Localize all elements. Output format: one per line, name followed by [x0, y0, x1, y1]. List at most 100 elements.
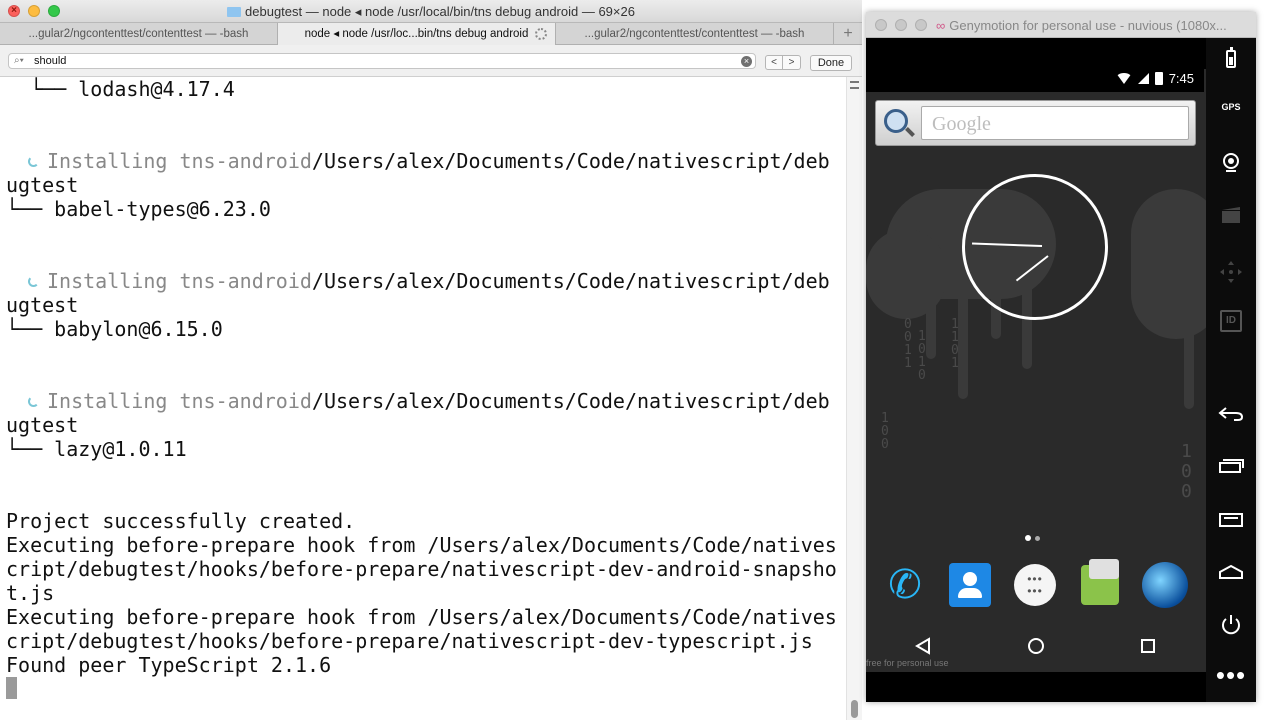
- find-previous-button[interactable]: <: [765, 55, 783, 70]
- tab-bar: ...gular2/ngcontenttest/contenttest — -b…: [0, 23, 862, 45]
- wallpaper-drip: [926, 269, 936, 359]
- app-dock: ✆ ••• •••: [880, 559, 1190, 610]
- messaging-app-icon[interactable]: [1075, 559, 1125, 610]
- output-line: Executing before-prepare hook from /User…: [6, 533, 837, 557]
- page-dot: [1035, 536, 1040, 541]
- dpad-icon[interactable]: [1206, 260, 1256, 284]
- loading-spinner-icon: [28, 396, 39, 407]
- output-line: Installing tns-android/Users/alex/Docume…: [6, 389, 830, 413]
- output-line: └── babel-types@6.23.0: [6, 197, 271, 221]
- new-tab-button[interactable]: +: [834, 23, 862, 45]
- google-search-field[interactable]: Google: [921, 106, 1189, 140]
- scrollbar-thumb[interactable]: [851, 700, 858, 718]
- window-title-text: debugtest — node ◂ node /usr/local/bin/t…: [245, 4, 635, 19]
- output-line: └── lazy@1.0.11: [6, 437, 187, 461]
- genymotion-sidebar: GPS ID •••: [1206, 38, 1256, 702]
- output-line: cript/debugtest/hooks/before-prepare/nat…: [6, 557, 837, 581]
- tab-node-active[interactable]: node ◂ node /usr/loc...bin/tns debug and…: [278, 23, 556, 45]
- google-search-widget[interactable]: Google: [875, 100, 1196, 146]
- find-next-button[interactable]: >: [783, 55, 801, 70]
- folder-icon: [227, 7, 242, 17]
- contacts-app-icon[interactable]: [945, 560, 995, 610]
- output-line: Installing tns-android/Users/alex/Docume…: [6, 269, 830, 293]
- analog-clock-widget[interactable]: [962, 174, 1108, 320]
- personal-use-watermark: free for personal use: [866, 658, 949, 668]
- loading-spinner-icon: [28, 276, 39, 287]
- genymotion-minimize-button[interactable]: [895, 19, 907, 31]
- google-search-placeholder: Google: [932, 113, 991, 135]
- android-status-bar: 7:45: [866, 68, 1204, 92]
- terminal-titlebar: debugtest — node ◂ node /usr/local/bin/t…: [0, 0, 862, 23]
- page-dot-active: [1025, 535, 1031, 541]
- output-line: Executing before-prepare hook from /User…: [6, 605, 837, 629]
- window-title: debugtest — node ◂ node /usr/local/bin/t…: [0, 4, 862, 20]
- scroll-marker-icon: [850, 81, 859, 89]
- find-query: should: [34, 55, 67, 67]
- home-button-icon[interactable]: [1206, 564, 1256, 580]
- screencast-icon[interactable]: [1206, 206, 1256, 224]
- wifi-icon: [1115, 73, 1132, 84]
- wallpaper-digits: 1 1 0 1: [951, 317, 959, 371]
- search-icon: ⌕▾: [14, 55, 24, 66]
- wallpaper-digits: 0 0 1 1: [904, 317, 912, 371]
- more-options-icon[interactable]: •••: [1206, 662, 1256, 688]
- home-nav-icon[interactable]: [1027, 637, 1045, 660]
- installing-label: Installing tns-android: [47, 149, 312, 173]
- output-line: └── lodash@4.17.4: [6, 77, 235, 101]
- output-line: Installing tns-android/Users/alex/Docume…: [6, 149, 830, 173]
- output-line: Found peer TypeScript 2.1.6: [6, 653, 332, 677]
- terminal-cursor: [6, 677, 17, 699]
- device-id-icon[interactable]: ID: [1206, 310, 1256, 332]
- output-line: cript/debugtest/hooks/before-prepare/nat…: [6, 629, 813, 653]
- status-time: 7:45: [1168, 71, 1194, 86]
- wallpaper-cloud: [1131, 189, 1206, 339]
- page-indicator: [1025, 535, 1040, 541]
- wallpaper-digits: 1 0 0: [881, 411, 889, 452]
- find-input[interactable]: ⌕▾ should ×: [8, 53, 756, 69]
- desktop: debugtest — node ◂ node /usr/local/bin/t…: [0, 0, 1280, 720]
- installing-label: Installing tns-android: [47, 389, 312, 413]
- webcam-icon[interactable]: [1206, 152, 1256, 174]
- back-button-icon[interactable]: [1206, 406, 1256, 422]
- find-done-button[interactable]: Done: [810, 55, 852, 71]
- power-icon[interactable]: [1206, 613, 1256, 637]
- terminal-output[interactable]: └── lodash@4.17.4 Installing tns-android…: [0, 77, 846, 720]
- wallpaper-drip: [1184, 299, 1194, 409]
- recents-nav-icon[interactable]: [1140, 638, 1156, 659]
- clear-search-icon[interactable]: ×: [741, 56, 752, 67]
- battery-icon: [1154, 72, 1163, 85]
- tab-bash-1[interactable]: ...gular2/ngcontenttest/contenttest — -b…: [0, 23, 278, 45]
- terminal-window: debugtest — node ◂ node /usr/local/bin/t…: [0, 0, 862, 720]
- install-path: /Users/alex/Documents/Code/nativescript/…: [311, 389, 830, 413]
- tab-bash-2[interactable]: ...gular2/ngcontenttest/contenttest — -b…: [556, 23, 834, 45]
- genymotion-zoom-button[interactable]: [915, 19, 927, 31]
- status-icons: 7:45: [1115, 71, 1194, 86]
- recent-apps-icon[interactable]: [1206, 458, 1256, 474]
- output-text: └── lodash@4.17.4: [30, 77, 235, 101]
- app-drawer-icon[interactable]: ••• •••: [1010, 560, 1060, 610]
- search-icon[interactable]: [884, 109, 908, 133]
- signal-icon: [1137, 73, 1149, 84]
- output-line: t.js: [6, 581, 55, 605]
- phone-app-icon[interactable]: ✆: [880, 560, 930, 610]
- menu-icon[interactable]: [1206, 512, 1256, 528]
- genymotion-close-button[interactable]: [875, 19, 887, 31]
- battery-widget-icon[interactable]: [1206, 47, 1256, 68]
- genymotion-window-controls: [875, 19, 927, 31]
- terminal-scrollbar[interactable]: [846, 77, 862, 720]
- installing-label: Installing tns-android: [47, 269, 312, 293]
- output-line: ugtest: [6, 173, 79, 197]
- find-bar: ⌕▾ should ×: [0, 45, 862, 77]
- install-path: /Users/alex/Documents/Code/nativescript/…: [311, 269, 830, 293]
- genymotion-titlebar: ∞ Genymotion for personal use - nuvious (…: [866, 12, 1256, 38]
- tab-node-label: node ◂ node /usr/loc...bin/tns debug and…: [304, 28, 529, 40]
- output-line: ugtest: [6, 293, 79, 317]
- output-line: ugtest: [6, 413, 79, 437]
- browser-app-icon[interactable]: [1140, 560, 1190, 610]
- genymotion-title-text: Genymotion for personal use - nuvious (1…: [949, 18, 1227, 33]
- genymotion-title: ∞ Genymotion for personal use - nuvious (…: [936, 18, 1227, 33]
- genymotion-logo-icon: ∞: [936, 18, 946, 33]
- back-nav-icon[interactable]: [914, 636, 932, 660]
- output-line: Project successfully created.: [6, 509, 356, 533]
- gps-widget-icon[interactable]: GPS: [1206, 102, 1256, 112]
